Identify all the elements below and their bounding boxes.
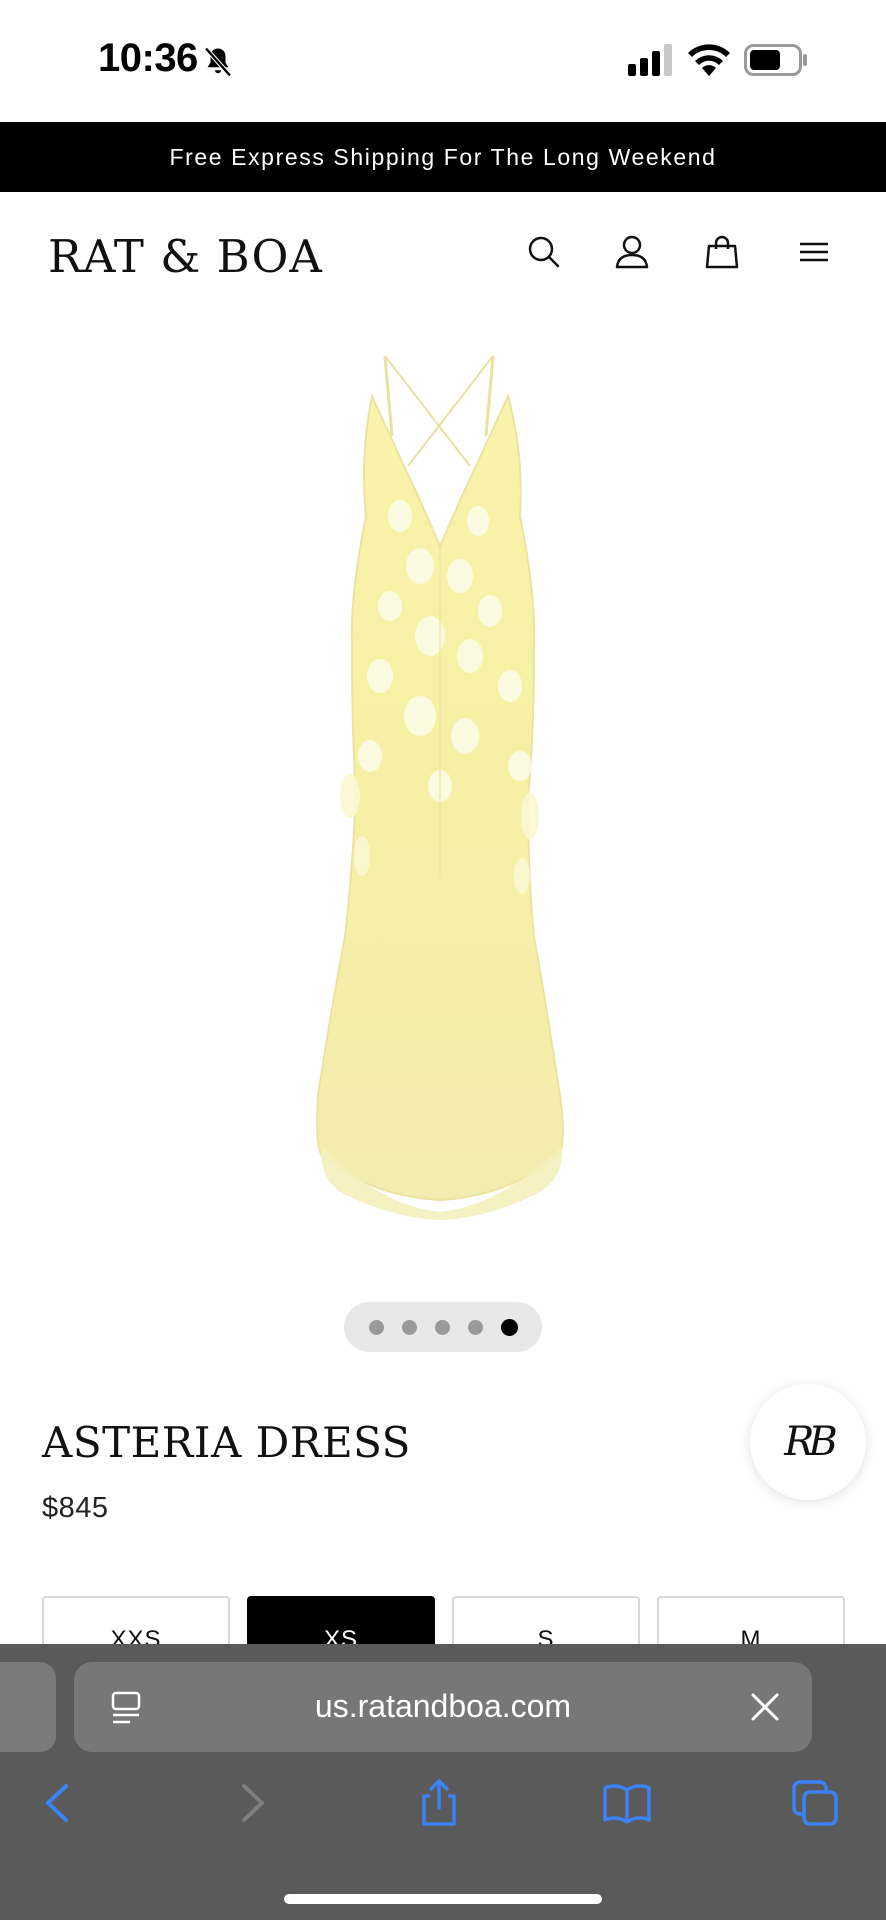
chat-badge[interactable]: RB xyxy=(750,1384,866,1500)
carousel-dot[interactable] xyxy=(434,1319,450,1335)
battery-icon xyxy=(744,44,807,76)
product-price: $845 xyxy=(42,1492,109,1524)
announcement-bar: Free Express Shipping For The Long Weeke… xyxy=(0,122,886,192)
back-icon[interactable] xyxy=(34,1778,84,1828)
product-title: ASTERIA DRESS xyxy=(42,1418,411,1467)
home-indicator xyxy=(284,1894,602,1904)
status-bar: 10:36 xyxy=(0,0,886,122)
carousel-dot[interactable] xyxy=(401,1319,417,1335)
share-icon[interactable] xyxy=(414,1778,464,1828)
bag-icon[interactable] xyxy=(704,234,740,270)
chat-badge-label: RB xyxy=(784,1419,837,1465)
url-text: us.ratandboa.com xyxy=(314,1688,572,1724)
status-time: 10:36 xyxy=(98,36,198,80)
bookmarks-icon[interactable] xyxy=(602,1778,652,1828)
site-header: RAT & BOA xyxy=(0,192,886,316)
browser-toolbar: us.ratandboa.com xyxy=(0,1644,886,1920)
signal-icon xyxy=(628,44,672,76)
carousel-dots xyxy=(344,1302,542,1352)
carousel-dot[interactable] xyxy=(467,1319,483,1335)
site-logo[interactable]: RAT & BOA xyxy=(48,230,323,283)
address-bar[interactable]: us.ratandboa.com xyxy=(74,1662,812,1752)
dress-illustration xyxy=(316,355,564,1220)
clear-icon[interactable] xyxy=(750,1692,780,1722)
carousel-dot[interactable] xyxy=(368,1319,384,1335)
wifi-icon xyxy=(688,44,730,76)
bell-slash-icon xyxy=(204,47,232,77)
previous-tab-preview[interactable] xyxy=(0,1662,56,1752)
announcement-text: Free Express Shipping For The Long Weeke… xyxy=(169,143,717,170)
tabs-icon[interactable] xyxy=(790,1778,840,1828)
menu-icon[interactable] xyxy=(796,234,832,270)
product-image[interactable] xyxy=(0,316,886,1316)
forward-icon[interactable] xyxy=(226,1778,276,1828)
account-icon[interactable] xyxy=(614,234,650,270)
carousel-dot-active[interactable] xyxy=(500,1318,518,1336)
search-icon[interactable] xyxy=(526,234,562,270)
